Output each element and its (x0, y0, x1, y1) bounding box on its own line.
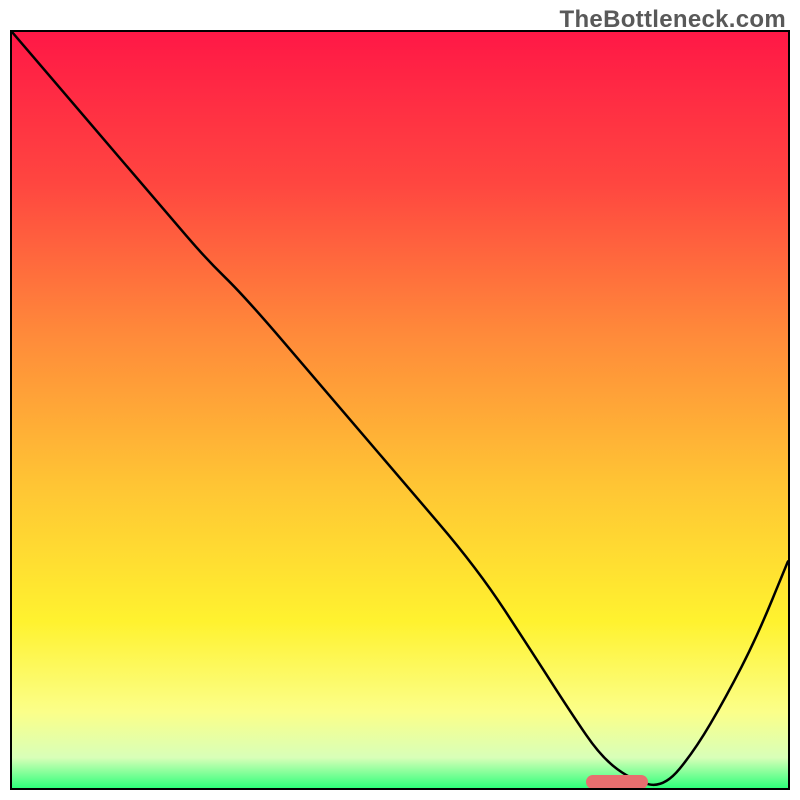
optimal-marker (586, 775, 648, 789)
chart-frame (10, 30, 790, 790)
chart-container: TheBottleneck.com (0, 0, 800, 800)
bottleneck-curve (12, 32, 788, 788)
